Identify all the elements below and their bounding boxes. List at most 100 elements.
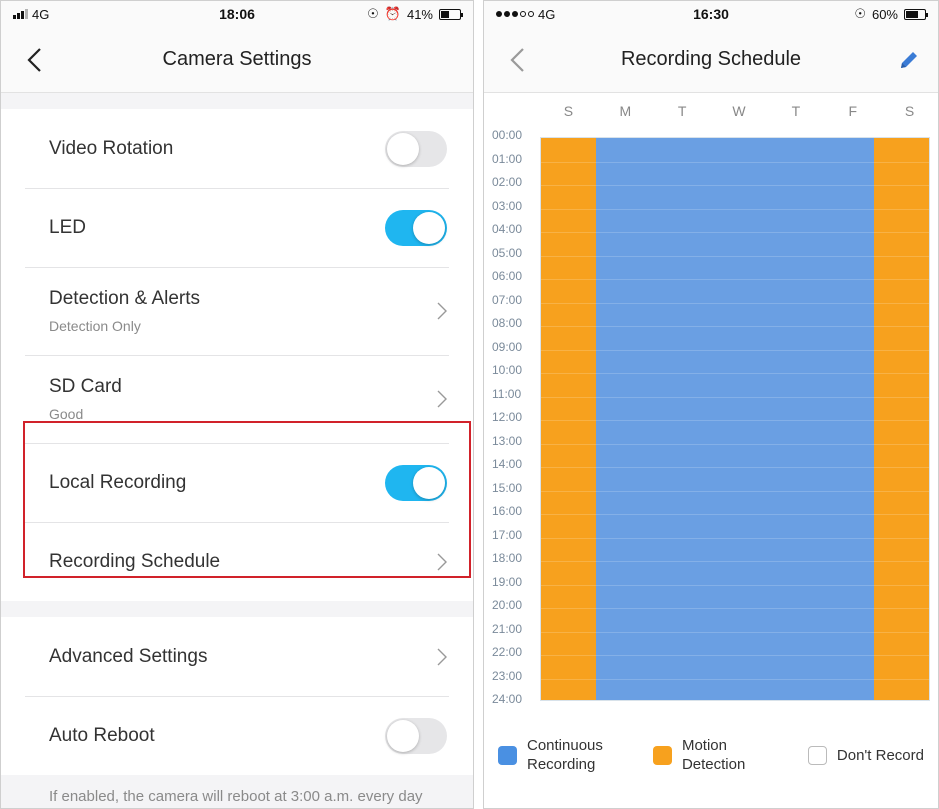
weekday-label: W [732, 102, 746, 119]
hour-gridline [541, 443, 929, 445]
schedule-day-column[interactable] [762, 138, 819, 700]
row-label: Detection & Alerts [49, 288, 201, 309]
led-toggle[interactable] [385, 209, 447, 246]
row-advanced-settings[interactable]: Advanced Settings [1, 617, 473, 696]
schedule-area: 00:00 01:00 02:00 03:00 04:00 05:00 06:00 07:00… [484, 128, 938, 728]
row-label: Recording Schedule [49, 550, 221, 572]
schedule-day-column[interactable] [541, 138, 597, 700]
hour-gridline [541, 255, 929, 257]
hour-label: 13:00 [492, 433, 523, 448]
chevron-left-icon [27, 48, 41, 72]
row-recording-schedule[interactable]: Recording Schedule [1, 522, 473, 601]
schedule-day-column[interactable] [818, 138, 874, 700]
hour-gridline [541, 396, 929, 398]
hour-gridline [541, 420, 929, 421]
lock-rotation-icon: ☉ [367, 6, 379, 21]
weekday-label: T [677, 102, 687, 119]
back-button[interactable] [502, 43, 532, 77]
battery-percent: 60% [871, 6, 898, 22]
status-bar: 4G 16:30 ☉ 60% [484, 1, 938, 27]
hour-gridline [541, 514, 929, 515]
weekday-label: S [563, 102, 574, 119]
hour-gridline [541, 279, 929, 280]
row-led[interactable]: LED [1, 188, 473, 267]
row-detection-alerts[interactable]: Detection & Alerts Detection Only [1, 267, 473, 355]
nav-bar: Camera Settings [1, 27, 473, 93]
legend-item: Motion Detection [652, 736, 777, 774]
auto-reboot-footnote: If enabled, the camera will reboot at 3:… [49, 788, 423, 805]
legend-label: Motion Detection [681, 737, 746, 773]
hour-gridline [541, 232, 929, 233]
schedule-day-column[interactable] [707, 138, 763, 700]
hour-label: 10:00 [492, 363, 523, 377]
lock-rotation-icon: ☉ [854, 6, 866, 21]
hour-label: 03:00 [492, 198, 523, 213]
row-video-rotation[interactable]: Video Rotation [1, 109, 473, 188]
schedule-grid[interactable] [540, 137, 930, 701]
hour-label: 06:00 [492, 269, 523, 283]
battery-fill [906, 10, 918, 18]
hour-label: 18:00 [492, 551, 523, 565]
legend-swatch [498, 745, 517, 765]
chevron-right-icon [437, 553, 447, 570]
settings-list: Video Rotation LED Detection & Alerts De… [1, 93, 473, 808]
signal-icon [496, 11, 534, 17]
schedule-day-column[interactable] [596, 138, 652, 700]
hour-gridline [541, 373, 929, 374]
battery-icon [439, 8, 463, 20]
signal-icon [13, 9, 28, 19]
schedule-day-column[interactable] [873, 138, 929, 700]
hour-gridline [541, 608, 929, 609]
chevron-left-icon [510, 48, 524, 72]
video-rotation-toggle[interactable] [385, 130, 447, 167]
legend-swatch [807, 745, 827, 765]
hour-label: 15:00 [492, 480, 523, 495]
hour-label: 00:00 [492, 128, 523, 142]
edit-button[interactable] [892, 43, 926, 77]
row-local-recording[interactable]: Local Recording [1, 443, 473, 522]
hour-gridline [541, 584, 929, 586]
row-label: LED [49, 216, 86, 238]
legend-label: Continuous Recording [527, 737, 603, 773]
weekday-label: F [848, 102, 857, 119]
row-label: SD Card [49, 376, 122, 397]
legend-swatch [652, 745, 672, 765]
hour-gridline [541, 655, 929, 656]
network-label: 4G [538, 6, 556, 22]
hour-label: 21:00 [492, 621, 523, 636]
network-label: 4G [32, 6, 50, 22]
row-label: Advanced Settings [49, 645, 208, 667]
hour-gridline [541, 678, 929, 680]
alarm-icon: ⏰ [384, 6, 401, 21]
hour-gridline [541, 631, 929, 633]
hour-label: 04:00 [492, 222, 523, 236]
hour-gridline [541, 326, 929, 327]
hour-label: 17:00 [492, 527, 523, 542]
weekday-label: M [619, 102, 632, 119]
hour-label: 05:00 [492, 245, 523, 260]
chevron-right-icon [437, 302, 447, 320]
weekday-label: S [904, 102, 915, 119]
battery-fill [441, 10, 450, 18]
row-label: Auto Reboot [49, 724, 155, 746]
local-recording-toggle[interactable] [385, 464, 447, 501]
hour-gridline [541, 349, 929, 351]
hour-gridline [541, 185, 929, 186]
schedule-day-column[interactable] [651, 138, 708, 700]
hour-label: 07:00 [492, 292, 523, 307]
hour-label: 12:00 [492, 410, 523, 424]
recording-schedule-screen: 4G 16:30 ☉ 60% Recording Schedule S M T W T F… [483, 0, 939, 809]
hour-label: 02:00 [492, 175, 523, 189]
auto-reboot-toggle[interactable] [385, 717, 447, 754]
row-label: Video Rotation [49, 137, 174, 159]
chevron-right-icon [437, 390, 447, 408]
hour-label: 01:00 [492, 151, 523, 166]
hour-label: 19:00 [492, 574, 523, 589]
back-button[interactable] [19, 43, 49, 77]
row-auto-reboot[interactable]: Auto Reboot [1, 696, 473, 775]
legend-item: Don't Record [807, 745, 924, 765]
row-sublabel: Detection Only [49, 318, 141, 334]
legend: Continuous Recording Motion Detection Don'… [484, 736, 938, 774]
row-sd-card[interactable]: SD Card Good [1, 355, 473, 443]
hour-label: 11:00 [492, 386, 522, 401]
